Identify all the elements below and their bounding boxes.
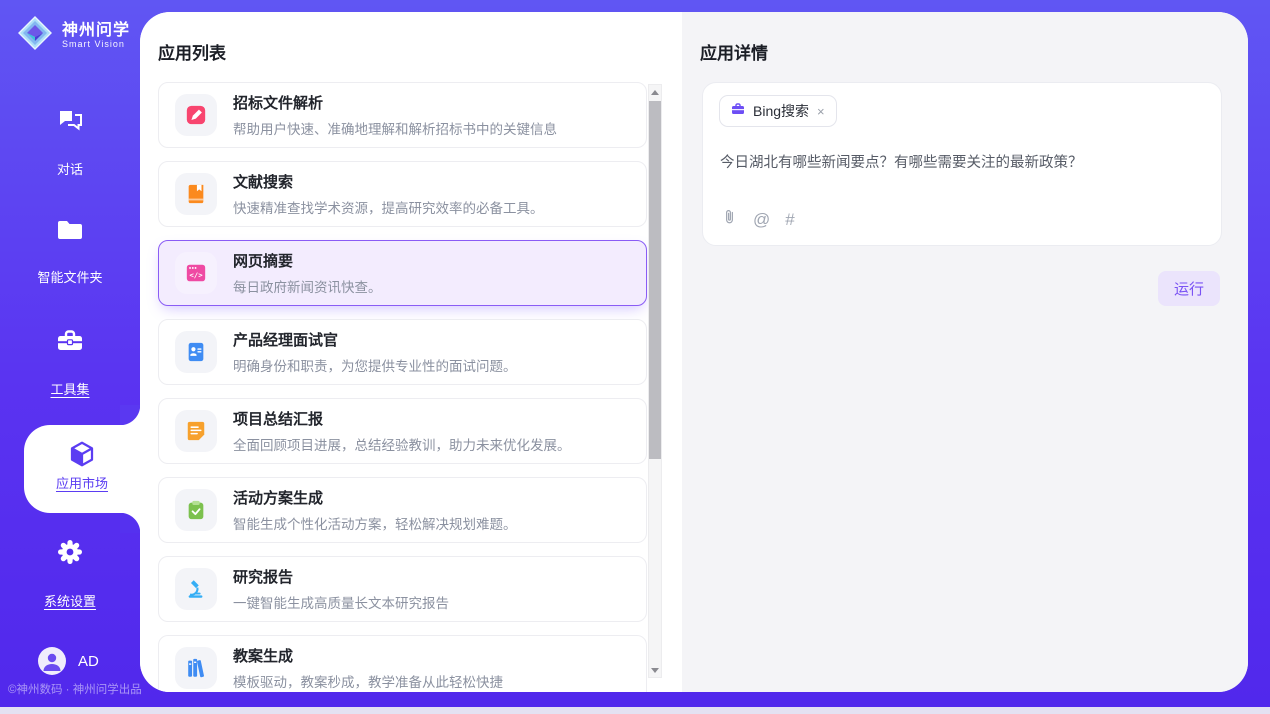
user-initials: AD xyxy=(78,653,99,670)
app-desc: 每日政府新闻资讯快查。 xyxy=(233,276,382,296)
app-desc: 模板驱动，教案秒成，教学准备从此轻松快捷 xyxy=(233,671,503,691)
sidebar-item-label: 应用市场 xyxy=(56,473,108,492)
run-button[interactable]: 运行 xyxy=(1158,271,1220,306)
books-icon xyxy=(175,647,217,689)
sidebar-item-folders[interactable]: 智能文件夹 xyxy=(0,218,140,287)
briefcase-icon xyxy=(730,101,746,122)
at-icon[interactable]: @ xyxy=(753,211,770,228)
app-detail-title: 应用详情 xyxy=(700,39,768,64)
app-name: 活动方案生成 xyxy=(233,487,517,508)
sidebar-item-settings[interactable]: 系统设置 xyxy=(0,538,140,611)
chat-icon xyxy=(0,108,140,134)
app-card-research-report[interactable]: 研究报告 一键智能生成高质量长文本研究报告 xyxy=(158,556,647,622)
purple-frame: 神州问学 Smart Vision 对话 xyxy=(0,0,1270,707)
app-window: 神州问学 Smart Vision 对话 xyxy=(0,0,1270,714)
scroll-up-icon[interactable] xyxy=(649,85,661,99)
app-desc: 一键智能生成高质量长文本研究报告 xyxy=(233,592,449,612)
app-card-literature-search[interactable]: 文献搜索 快速精准查找学术资源，提高研究效率的必备工具。 xyxy=(158,161,647,227)
app-desc: 智能生成个性化活动方案，轻松解决规划难题。 xyxy=(233,513,517,533)
app-name: 教案生成 xyxy=(233,645,503,666)
app-desc: 帮助用户快速、准确地理解和解析招标书中的关键信息 xyxy=(233,118,557,138)
app-card-lesson-plan[interactable]: 教案生成 模板驱动，教案秒成，教学准备从此轻松快捷 xyxy=(158,635,647,692)
scroll-down-icon[interactable] xyxy=(649,663,661,677)
sidebar-item-tools[interactable]: 工具集 xyxy=(0,328,140,399)
app-card-event-plan[interactable]: 活动方案生成 智能生成个性化活动方案，轻松解决规划难题。 xyxy=(158,477,647,543)
browser-code-icon: </> xyxy=(175,252,217,294)
app-name: 研究报告 xyxy=(233,566,449,587)
app-desc: 明确身份和职责，为您提供专业性的面试问题。 xyxy=(233,355,517,375)
sidebar-item-chat[interactable]: 对话 xyxy=(0,108,140,179)
hash-icon[interactable]: # xyxy=(785,211,794,228)
app-card-list: 招标文件解析 帮助用户快速、准确地理解和解析招标书中的关键信息 xyxy=(158,82,647,692)
book-icon xyxy=(175,173,217,215)
sidebar-item-label: 对话 xyxy=(57,159,83,178)
app-card-bid-parse[interactable]: 招标文件解析 帮助用户快速、准确地理解和解析招标书中的关键信息 xyxy=(158,82,647,148)
app-name: 招标文件解析 xyxy=(233,92,557,113)
app-desc: 快速精准查找学术资源，提高研究效率的必备工具。 xyxy=(233,197,544,217)
edit-square-icon xyxy=(175,94,217,136)
app-card-pm-interviewer[interactable]: 产品经理面试官 明确身份和职责，为您提供专业性的面试问题。 xyxy=(158,319,647,385)
svg-text:</>: </> xyxy=(189,271,203,280)
query-text[interactable]: 今日湖北有哪些新闻要点？有哪些需要关注的最新政策？ xyxy=(720,151,1203,172)
app-list-panel: 应用列表 招标文件解析 帮助用户快速、准确地理解和解析招标书中的关键信息 xyxy=(140,12,682,692)
microscope-icon xyxy=(175,568,217,610)
brand-subtitle: Smart Vision xyxy=(62,39,130,49)
prompt-input-card[interactable]: Bing搜索 × 今日湖北有哪些新闻要点？有哪些需要关注的最新政策？ @ # xyxy=(702,82,1222,246)
sidebar-item-label: 系统设置 xyxy=(44,591,96,610)
brand-name: 神州问学 xyxy=(62,22,130,40)
scrollbar-thumb[interactable] xyxy=(649,101,661,459)
app-card-project-summary[interactable]: 项目总结汇报 全面回顾项目进展，总结经验教训，助力未来优化发展。 xyxy=(158,398,647,464)
app-name: 网页摘要 xyxy=(233,250,382,271)
sidebar-item-market[interactable]: 应用市场 xyxy=(24,425,140,513)
toolbox-icon xyxy=(0,328,140,354)
app-name: 文献搜索 xyxy=(233,171,544,192)
clipboard-check-icon xyxy=(175,489,217,531)
composer-toolbar: @ # xyxy=(721,208,795,231)
app-desc: 全面回顾项目进展，总结经验教训，助力未来优化发展。 xyxy=(233,434,571,454)
user-account[interactable]: AD xyxy=(38,647,99,675)
sidebar-item-label: 工具集 xyxy=(50,379,89,398)
content-area: 应用列表 招标文件解析 帮助用户快速、准确地理解和解析招标书中的关键信息 xyxy=(140,12,1248,692)
diamond-logo-icon xyxy=(16,14,54,57)
copyright-footer: ©神州数码 · 神州问学出品 xyxy=(8,681,142,697)
sidebar-item-label: 智能文件夹 xyxy=(37,267,102,286)
app-list-title: 应用列表 xyxy=(158,39,226,64)
gear-icon xyxy=(0,538,140,566)
brand-logo: 神州问学 Smart Vision xyxy=(16,14,130,57)
app-name: 产品经理面试官 xyxy=(233,329,517,350)
user-avatar-icon xyxy=(38,647,66,675)
sidebar: 神州问学 Smart Vision 对话 xyxy=(0,0,140,707)
interview-doc-icon xyxy=(175,331,217,373)
list-scrollbar[interactable] xyxy=(648,84,662,678)
report-note-icon xyxy=(175,410,217,452)
app-name: 项目总结汇报 xyxy=(233,408,571,429)
tool-chip-bing-search[interactable]: Bing搜索 × xyxy=(719,95,837,127)
cube-icon xyxy=(24,439,140,469)
close-icon[interactable]: × xyxy=(816,104,826,119)
paperclip-icon[interactable] xyxy=(721,208,738,231)
app-detail-panel: 应用详情 Bing搜索 × 今日湖北有哪些新闻要点？ xyxy=(682,12,1248,692)
app-card-web-summary[interactable]: </> 网页摘要 每日政府新闻资讯快查。 xyxy=(158,240,647,306)
tool-chip-label: Bing搜索 xyxy=(753,101,809,121)
folder-icon xyxy=(0,218,140,242)
